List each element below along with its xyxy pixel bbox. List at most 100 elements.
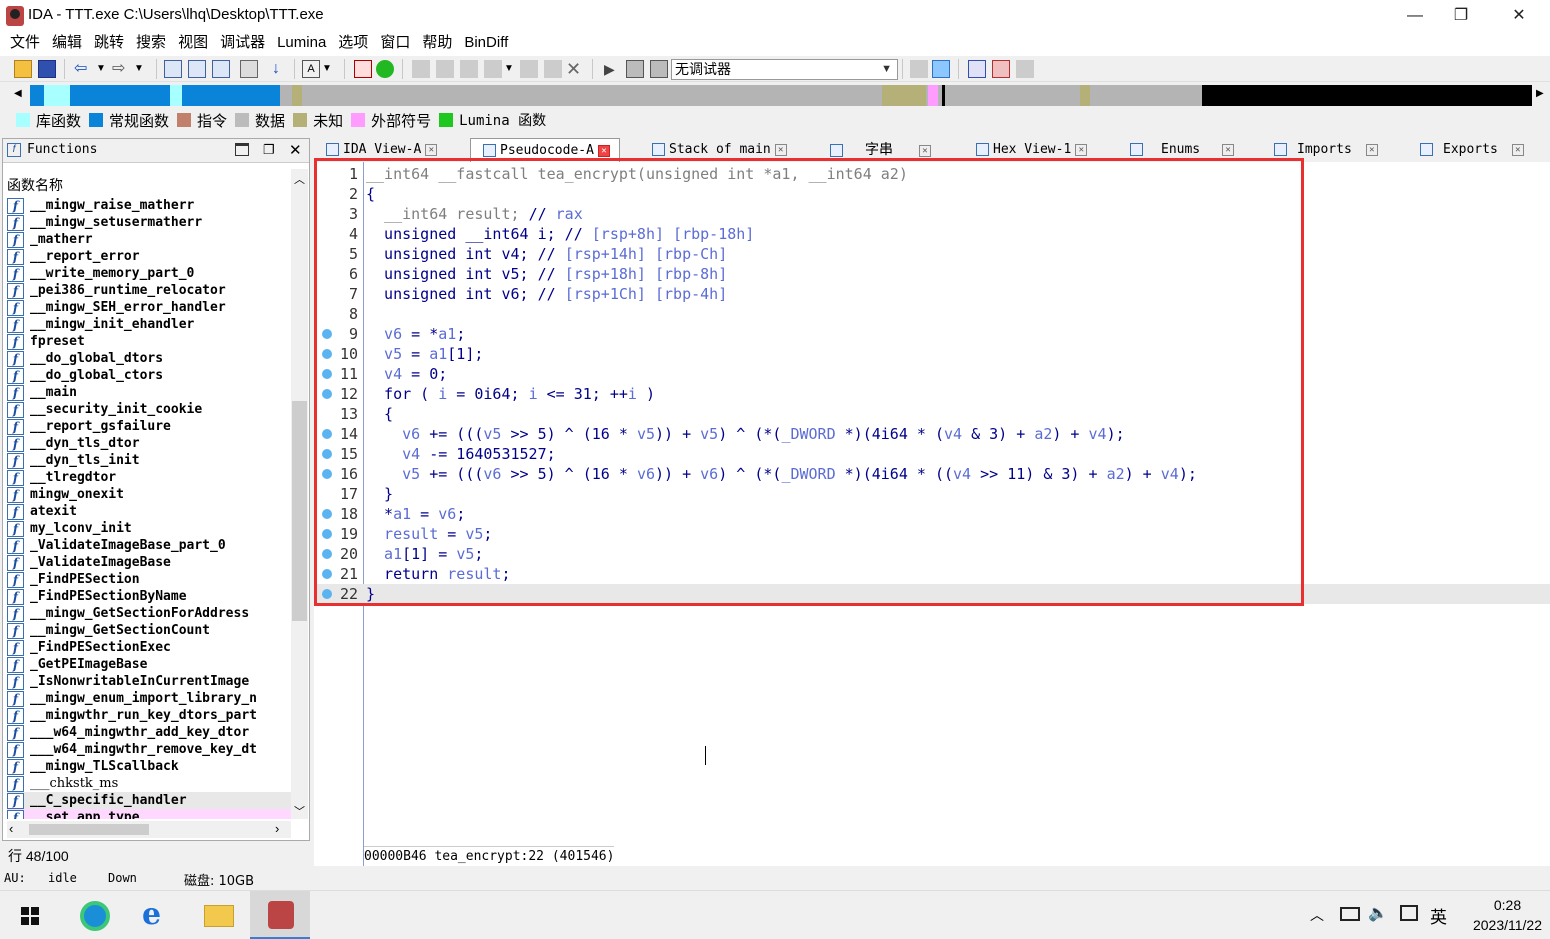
jump-down-icon[interactable]: ↓ — [272, 60, 290, 78]
plugin-icon[interactable] — [1016, 60, 1034, 78]
edge-browser-icon[interactable] — [64, 891, 124, 939]
menu-view[interactable]: 视图 — [172, 32, 214, 56]
function-list-item[interactable]: f atexit — [7, 503, 291, 520]
menu-bindiff[interactable]: BinDiff — [458, 32, 514, 56]
menu-windows[interactable]: 窗口 — [374, 32, 416, 56]
nav-right-arrow-icon[interactable]: ▶ — [1536, 88, 1544, 99]
show-hidden-icons-icon[interactable]: ︿ — [1310, 905, 1324, 925]
function-list-item[interactable]: f __mingw_TLScallback — [7, 758, 291, 775]
binary-search-icon[interactable] — [164, 60, 182, 78]
immediate-search-icon[interactable] — [212, 60, 230, 78]
function-list-item[interactable]: f __mingw_raise_matherr — [7, 197, 291, 214]
graph-icon-3[interactable] — [460, 60, 478, 78]
text-search-icon[interactable] — [188, 60, 206, 78]
camera-icon[interactable] — [544, 60, 562, 78]
function-list-item[interactable]: f __mingwthr_run_key_dtors_part — [7, 707, 291, 724]
menu-help[interactable]: 帮助 — [416, 32, 458, 56]
tab-exports[interactable]: Exports ✕ — [1420, 138, 1544, 162]
function-list-item[interactable]: f __dyn_tls_dtor — [7, 435, 291, 452]
function-list-item[interactable]: f __main — [7, 384, 291, 401]
column-header-function-name[interactable]: 函数名称 — [7, 175, 63, 195]
function-list-item[interactable]: f fpreset — [7, 333, 291, 350]
close-tab-icon[interactable]: ✕ — [919, 144, 931, 157]
stop-process-icon[interactable] — [354, 60, 372, 78]
function-list-item[interactable]: f _IsNonwritableInCurrentImage — [7, 673, 291, 690]
float-panel-icon[interactable]: ❐ — [263, 142, 275, 158]
menu-debugger[interactable]: 调试器 — [214, 32, 271, 56]
close-tab-icon[interactable]: ✕ — [1365, 143, 1378, 156]
function-list-item[interactable]: f __C_specific_handler — [7, 792, 291, 809]
save-icon[interactable] — [38, 60, 56, 78]
delete-icon[interactable]: ✕ — [566, 60, 584, 78]
function-list-item[interactable]: f _ValidateImageBase_part_0 — [7, 537, 291, 554]
add-node-icon[interactable] — [484, 60, 502, 78]
horizontal-scroll-thumb[interactable] — [29, 824, 149, 835]
string-type-dropdown-icon[interactable]: ▼ — [322, 60, 340, 78]
menu-edit[interactable]: 编辑 — [46, 32, 88, 56]
pause-icon[interactable] — [626, 60, 644, 78]
back-arrow-icon[interactable]: ⇦ — [74, 60, 92, 78]
function-list-item[interactable]: f ___w64_mingwthr_add_key_dtor — [7, 724, 291, 741]
function-list-item[interactable]: f _ValidateImageBase — [7, 554, 291, 571]
run-debugger-icon[interactable]: ▶ — [604, 60, 622, 78]
minimize-button[interactable]: — — [1392, 4, 1438, 28]
maximize-panel-icon[interactable] — [235, 143, 249, 156]
function-list-item[interactable]: f __report_gsfailure — [7, 418, 291, 435]
close-button[interactable]: ✕ — [1496, 4, 1542, 28]
scroll-right-icon[interactable]: › — [275, 821, 279, 836]
nav-left-arrow-icon[interactable]: ◀ — [14, 88, 22, 99]
function-list-item[interactable]: f _pei386_runtime_relocator — [7, 282, 291, 299]
close-tab-icon[interactable]: ✕ — [1511, 143, 1524, 156]
function-list-item[interactable]: f _FindPESectionExec — [7, 639, 291, 656]
bindiff-icon-1[interactable] — [968, 60, 986, 78]
function-list-item[interactable]: f __mingw_init_ehandler — [7, 316, 291, 333]
menu-lumina[interactable]: Lumina — [271, 32, 332, 56]
file-explorer-icon[interactable] — [188, 891, 248, 939]
forward-dropdown-icon[interactable]: ▼ — [134, 60, 152, 78]
function-list-item[interactable]: f _matherr — [7, 231, 291, 248]
function-list-item[interactable]: f __mingw_SEH_error_handler — [7, 299, 291, 316]
volume-icon[interactable]: 🔈 — [1368, 903, 1388, 923]
menu-jump[interactable]: 跳转 — [88, 32, 130, 56]
close-panel-icon[interactable]: ✕ — [289, 141, 302, 159]
navigation-band[interactable]: ◀ ▶ — [0, 82, 1550, 108]
functions-horizontal-scrollbar[interactable]: ‹ › — [7, 821, 291, 838]
function-list-item[interactable]: f __do_global_ctors — [7, 367, 291, 384]
function-list-item[interactable]: f my_lconv_init — [7, 520, 291, 537]
function-list-item[interactable]: f __tlregdtor — [7, 469, 291, 486]
graph-icon-2[interactable] — [436, 60, 454, 78]
windows-start-button[interactable] — [0, 891, 60, 939]
restore-button[interactable]: ❐ — [1438, 4, 1484, 28]
function-list-item[interactable]: f ___w64_mingwthr_remove_key_dt — [7, 741, 291, 758]
function-list-item[interactable]: f _GetPEImageBase — [7, 656, 291, 673]
function-list-item[interactable]: f ___chkstk_ms — [7, 775, 291, 792]
function-list-item[interactable]: f __security_init_cookie — [7, 401, 291, 418]
function-list-item[interactable]: f __dyn_tls_init — [7, 452, 291, 469]
function-list-item[interactable]: f __set_app_type — [7, 809, 291, 819]
function-list-item[interactable]: f __do_global_dtors — [7, 350, 291, 367]
ime-pad-icon[interactable] — [1400, 905, 1418, 921]
close-tab-icon[interactable]: ✕ — [425, 143, 438, 156]
scroll-up-icon[interactable]: ︿ — [294, 171, 305, 187]
function-list-item[interactable]: f __mingw_enum_import_library_n — [7, 690, 291, 707]
debugger-select[interactable]: 无调试器 ▼ — [671, 59, 898, 80]
decompile-icon[interactable] — [910, 60, 928, 78]
internet-explorer-icon[interactable]: e — [126, 891, 186, 939]
input-language-indicator[interactable]: 英 — [1430, 903, 1447, 928]
print-icon[interactable] — [240, 60, 258, 78]
menu-options[interactable]: 选项 — [332, 32, 374, 56]
clock[interactable]: 0:28 2023/11/22 — [1473, 895, 1542, 935]
function-list-item[interactable]: f __write_memory_part_0 — [7, 265, 291, 282]
close-tab-icon[interactable]: ✕ — [597, 144, 610, 157]
scroll-left-icon[interactable]: ‹ — [9, 821, 13, 836]
function-list-item[interactable]: f mingw_onexit — [7, 486, 291, 503]
breakpoint-icon[interactable] — [520, 60, 538, 78]
function-list-item[interactable]: f __mingw_setusermatherr — [7, 214, 291, 231]
function-list-item[interactable]: f __mingw_GetSectionForAddress — [7, 605, 291, 622]
pseudocode-icon[interactable] — [932, 60, 950, 78]
close-tab-icon[interactable]: ✕ — [774, 143, 787, 156]
functions-scroll-thumb[interactable] — [292, 401, 307, 621]
forward-arrow-icon[interactable]: ⇨ — [112, 60, 130, 78]
navigation-strip[interactable] — [30, 85, 1532, 106]
stop-icon[interactable] — [650, 60, 668, 78]
